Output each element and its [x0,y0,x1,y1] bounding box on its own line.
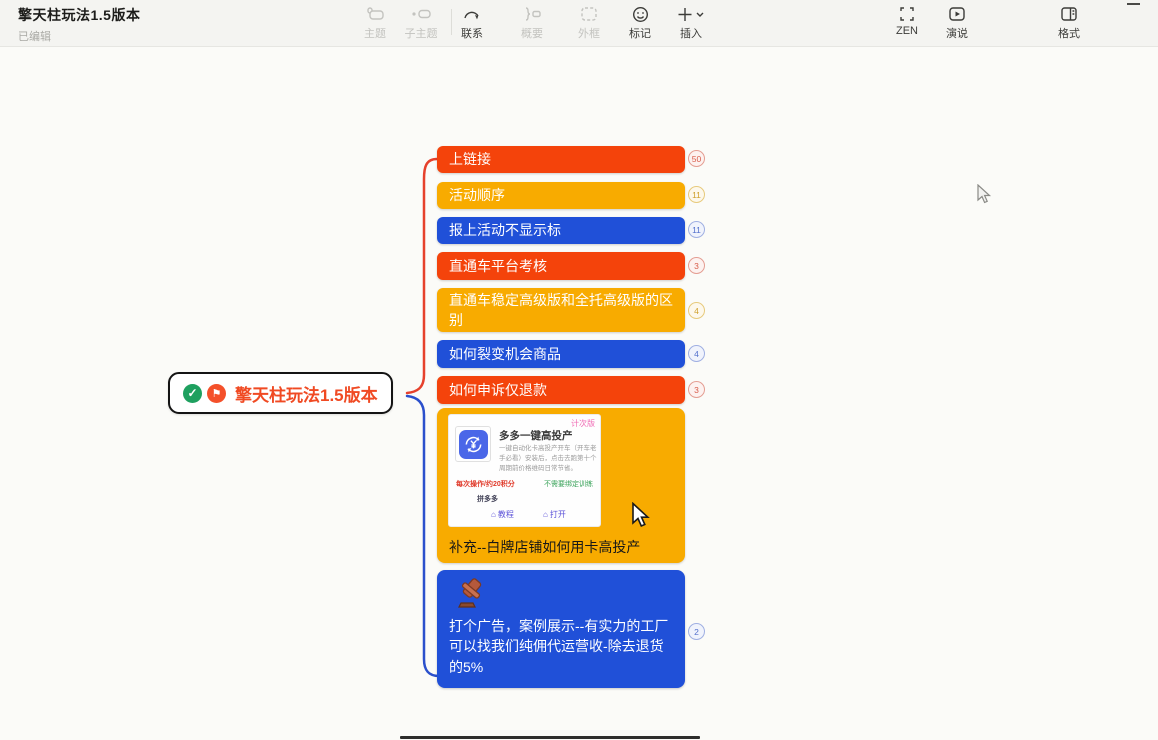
branch-topic[interactable]: 活动顺序 [437,182,685,209]
branch-label: 如何裂变机会商品 [449,344,561,364]
flag-icon: ⚑ [207,384,226,403]
branch-label: 上链接 [449,149,491,169]
app-header: 擎天柱玩法1.5版本 已编辑 主题 子主题 联系 概要 外框 [0,0,1158,47]
summary-icon [509,4,555,24]
branch-topic[interactable]: 如何裂变机会商品 [437,340,685,368]
relationship-icon [449,4,495,24]
card-cost-text: 每次操作/约20积分 [456,479,515,489]
play-presentation-icon [934,4,980,24]
note-count-badge[interactable]: 4 [688,302,705,319]
document-status: 已编辑 [18,28,140,44]
note-count-badge[interactable]: 2 [688,623,705,640]
boundary-icon [566,4,612,24]
branch-topic-with-image[interactable]: 计次版 多多一键高投产 一键自动化卡高投产开车（开车老手必看）安装后，点击去跑第… [437,408,685,563]
topic-button[interactable]: 主题 [352,4,398,41]
app-icon-frame [455,426,491,462]
insert-plus-icon [668,4,714,24]
mouse-cursor-secondary [976,184,994,206]
branch-label: 报上活动不显示标 [449,220,561,240]
branch-topic[interactable]: 直通车平台考核 [437,252,685,280]
connector-lower-blue [407,396,439,676]
note-count-badge[interactable]: 3 [688,381,705,398]
branch-label: 如何申诉仅退款 [449,380,547,400]
card-note-text: 不需要绑定训练 [544,479,593,489]
branch-label: 直通车平台考核 [449,256,547,276]
document-title: 擎天柱玩法1.5版本 [18,5,140,25]
house-icon: ⌂ [491,510,496,519]
bottom-edge-line [400,736,700,739]
house-icon: ⌂ [543,510,548,519]
branch-topic[interactable]: 如何申诉仅退款 [437,376,685,404]
branch-topic-ad[interactable]: 打个广告，案例展示--有实力的工厂可以找我们纯佣代运营收-除去退货的5% [437,570,685,688]
check-mark-icon: ✓ [183,384,202,403]
branch-label: 直通车稳定高级版和全托高级版的区别 [449,290,673,331]
connector-upper-red [407,159,437,393]
card-open-button[interactable]: ⌂打开 [543,509,566,520]
yuan-refresh-app-icon [459,430,488,459]
root-topic-label: 擎天柱玩法1.5版本 [235,381,378,406]
card-tutorial-button[interactable]: ⌂教程 [491,509,514,520]
card-platform-label: 拼多多 [477,494,498,504]
ad-node-text: 打个广告，案例展示--有实力的工厂可以找我们纯佣代运营收-除去退货的5% [449,616,677,677]
subtopic-button[interactable]: 子主题 [398,4,444,41]
card-app-description: 一键自动化卡高投产开车（开车老手必看）安装后，点击去跑第十个周期前价格维码日常节… [499,444,597,474]
zen-button[interactable]: ZEN [884,4,930,37]
image-node-caption: 补充--白牌店铺如何用卡高投产 [449,537,640,557]
branch-topic[interactable]: 直通车稳定高级版和全托高级版的区别 [437,288,685,332]
relationship-button[interactable]: 联系 [449,4,495,41]
card-app-title: 多多一键高投产 [499,428,573,443]
mindmap-canvas[interactable]: ✓ ⚑ 擎天柱玩法1.5版本 上链接 活动顺序 报上活动不显示标 直通车平台考核… [0,47,1158,740]
branch-topic[interactable]: 上链接 [437,146,685,173]
branch-label: 活动顺序 [449,185,505,205]
branch-topic[interactable]: 报上活动不显示标 [437,217,685,244]
note-count-badge[interactable]: 11 [688,186,705,203]
marker-button[interactable]: 标记 [617,4,663,41]
subtopic-icon [398,4,444,24]
presentation-button[interactable]: 演说 [934,4,980,41]
summary-button[interactable]: 概要 [509,4,555,41]
format-panel-icon [1046,4,1092,24]
gavel-icon [451,575,491,620]
zen-brackets-icon [884,4,930,24]
root-topic[interactable]: ✓ ⚑ 擎天柱玩法1.5版本 [168,372,393,414]
boundary-button[interactable]: 外框 [566,4,612,41]
format-button[interactable]: 格式 [1046,4,1092,41]
note-count-badge[interactable]: 11 [688,221,705,238]
marker-smiley-icon [617,4,663,24]
insert-button[interactable]: 插入 [668,4,714,41]
note-count-badge[interactable]: 3 [688,257,705,274]
note-count-badge[interactable]: 50 [688,150,705,167]
card-edition-tag: 计次版 [571,418,595,429]
embedded-screenshot-card: 计次版 多多一键高投产 一键自动化卡高投产开车（开车老手必看）安装后，点击去跑第… [448,414,601,527]
topic-icon [352,4,398,24]
window-minimize-dash[interactable] [1127,3,1140,5]
note-count-badge[interactable]: 4 [688,345,705,362]
document-meta: 擎天柱玩法1.5版本 已编辑 [18,5,140,44]
